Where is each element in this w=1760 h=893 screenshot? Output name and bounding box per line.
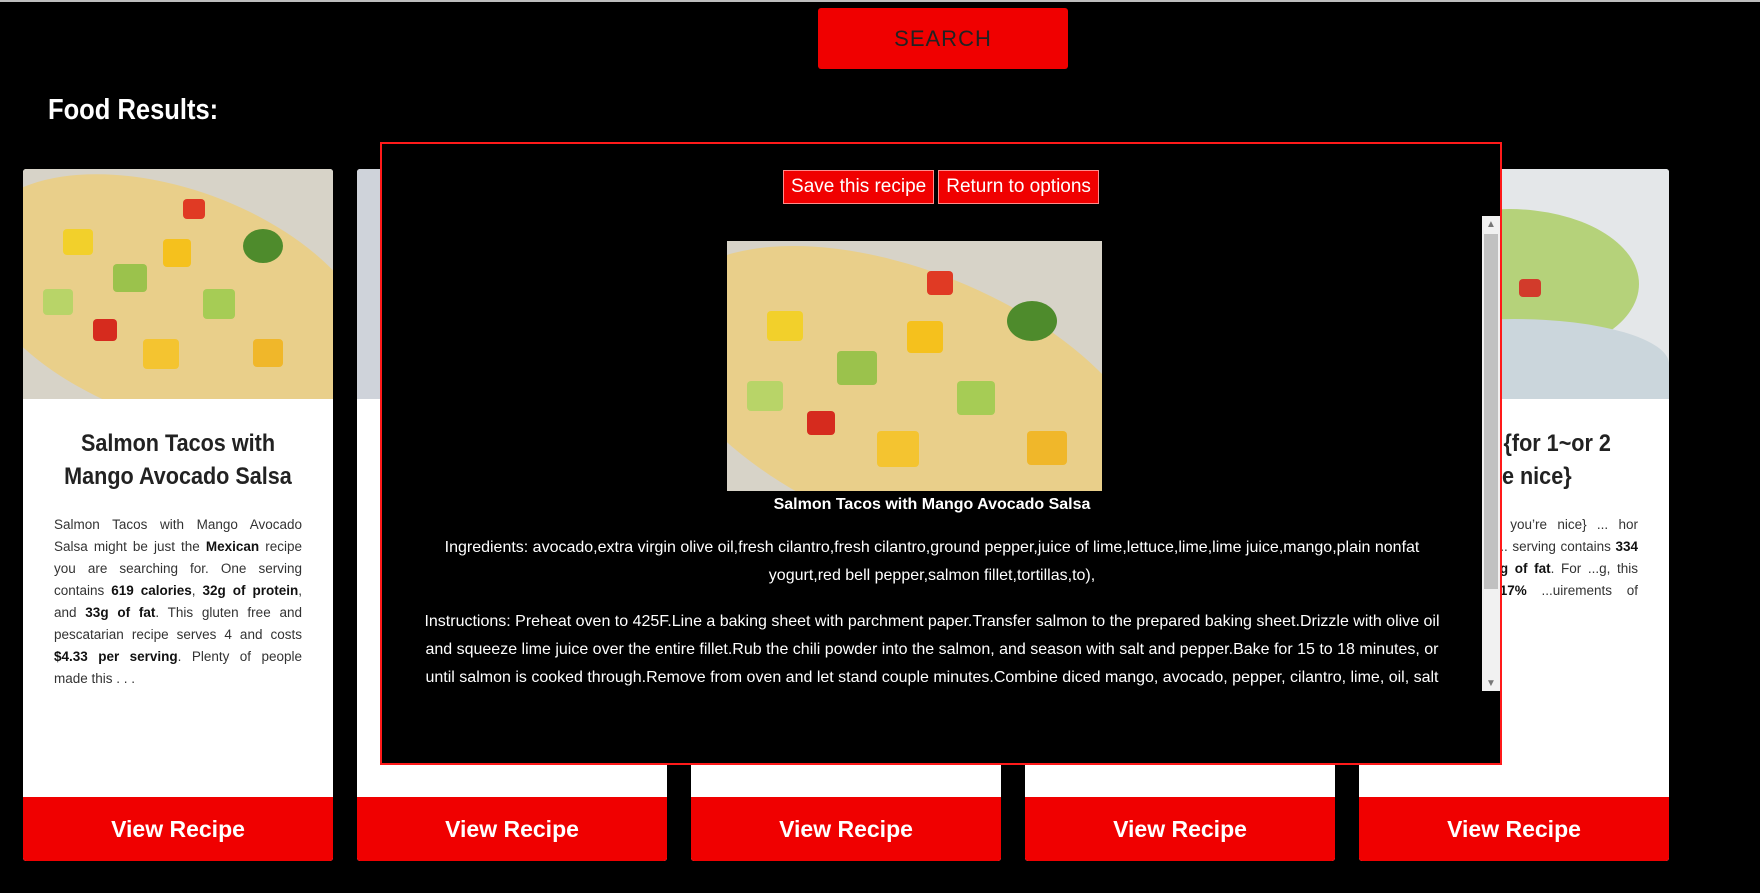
recipe-modal: Save this recipe Return to options Salmo…	[380, 142, 1502, 765]
recipe-card: Salmon Tacos with Mango Avocado Salsa Sa…	[23, 169, 333, 861]
view-recipe-button[interactable]: View Recipe	[1025, 797, 1335, 861]
search-button[interactable]: SEARCH	[818, 8, 1068, 69]
recipe-ingredients: Ingredients: avocado,extra virgin olive …	[444, 539, 1420, 584]
view-recipe-button[interactable]: View Recipe	[23, 797, 333, 861]
modal-recipe-image	[727, 241, 1102, 491]
save-recipe-button[interactable]: Save this recipe	[783, 170, 935, 204]
view-recipe-button[interactable]: View Recipe	[1359, 797, 1669, 861]
recipe-title: Salmon Tacos with Mango Avocado Salsa	[64, 430, 292, 490]
return-to-options-button[interactable]: Return to options	[938, 170, 1099, 204]
recipe-summary: Salmon Tacos with Mango Avocado Salsa mi…	[54, 517, 303, 686]
scrollbar-thumb[interactable]	[1484, 234, 1498, 589]
modal-scrollbar[interactable]: ▲ ▼	[1482, 216, 1500, 691]
recipe-image	[23, 169, 333, 399]
results-heading: Food Results:	[48, 94, 219, 126]
view-recipe-button[interactable]: View Recipe	[691, 797, 1001, 861]
top-divider	[0, 0, 1760, 2]
recipe-instructions: Instructions: Preheat oven to 425F.Line …	[424, 613, 1440, 686]
modal-recipe-title: Salmon Tacos with Mango Avocado Salsa	[773, 496, 1091, 513]
scroll-down-arrow-icon[interactable]: ▼	[1482, 675, 1500, 691]
view-recipe-button[interactable]: View Recipe	[357, 797, 667, 861]
modal-scroll-area[interactable]: Salmon Tacos with Mango Avocado Salsa In…	[382, 216, 1482, 693]
scroll-up-arrow-icon[interactable]: ▲	[1482, 216, 1500, 232]
modal-actions: Save this recipe Return to options	[382, 170, 1500, 204]
